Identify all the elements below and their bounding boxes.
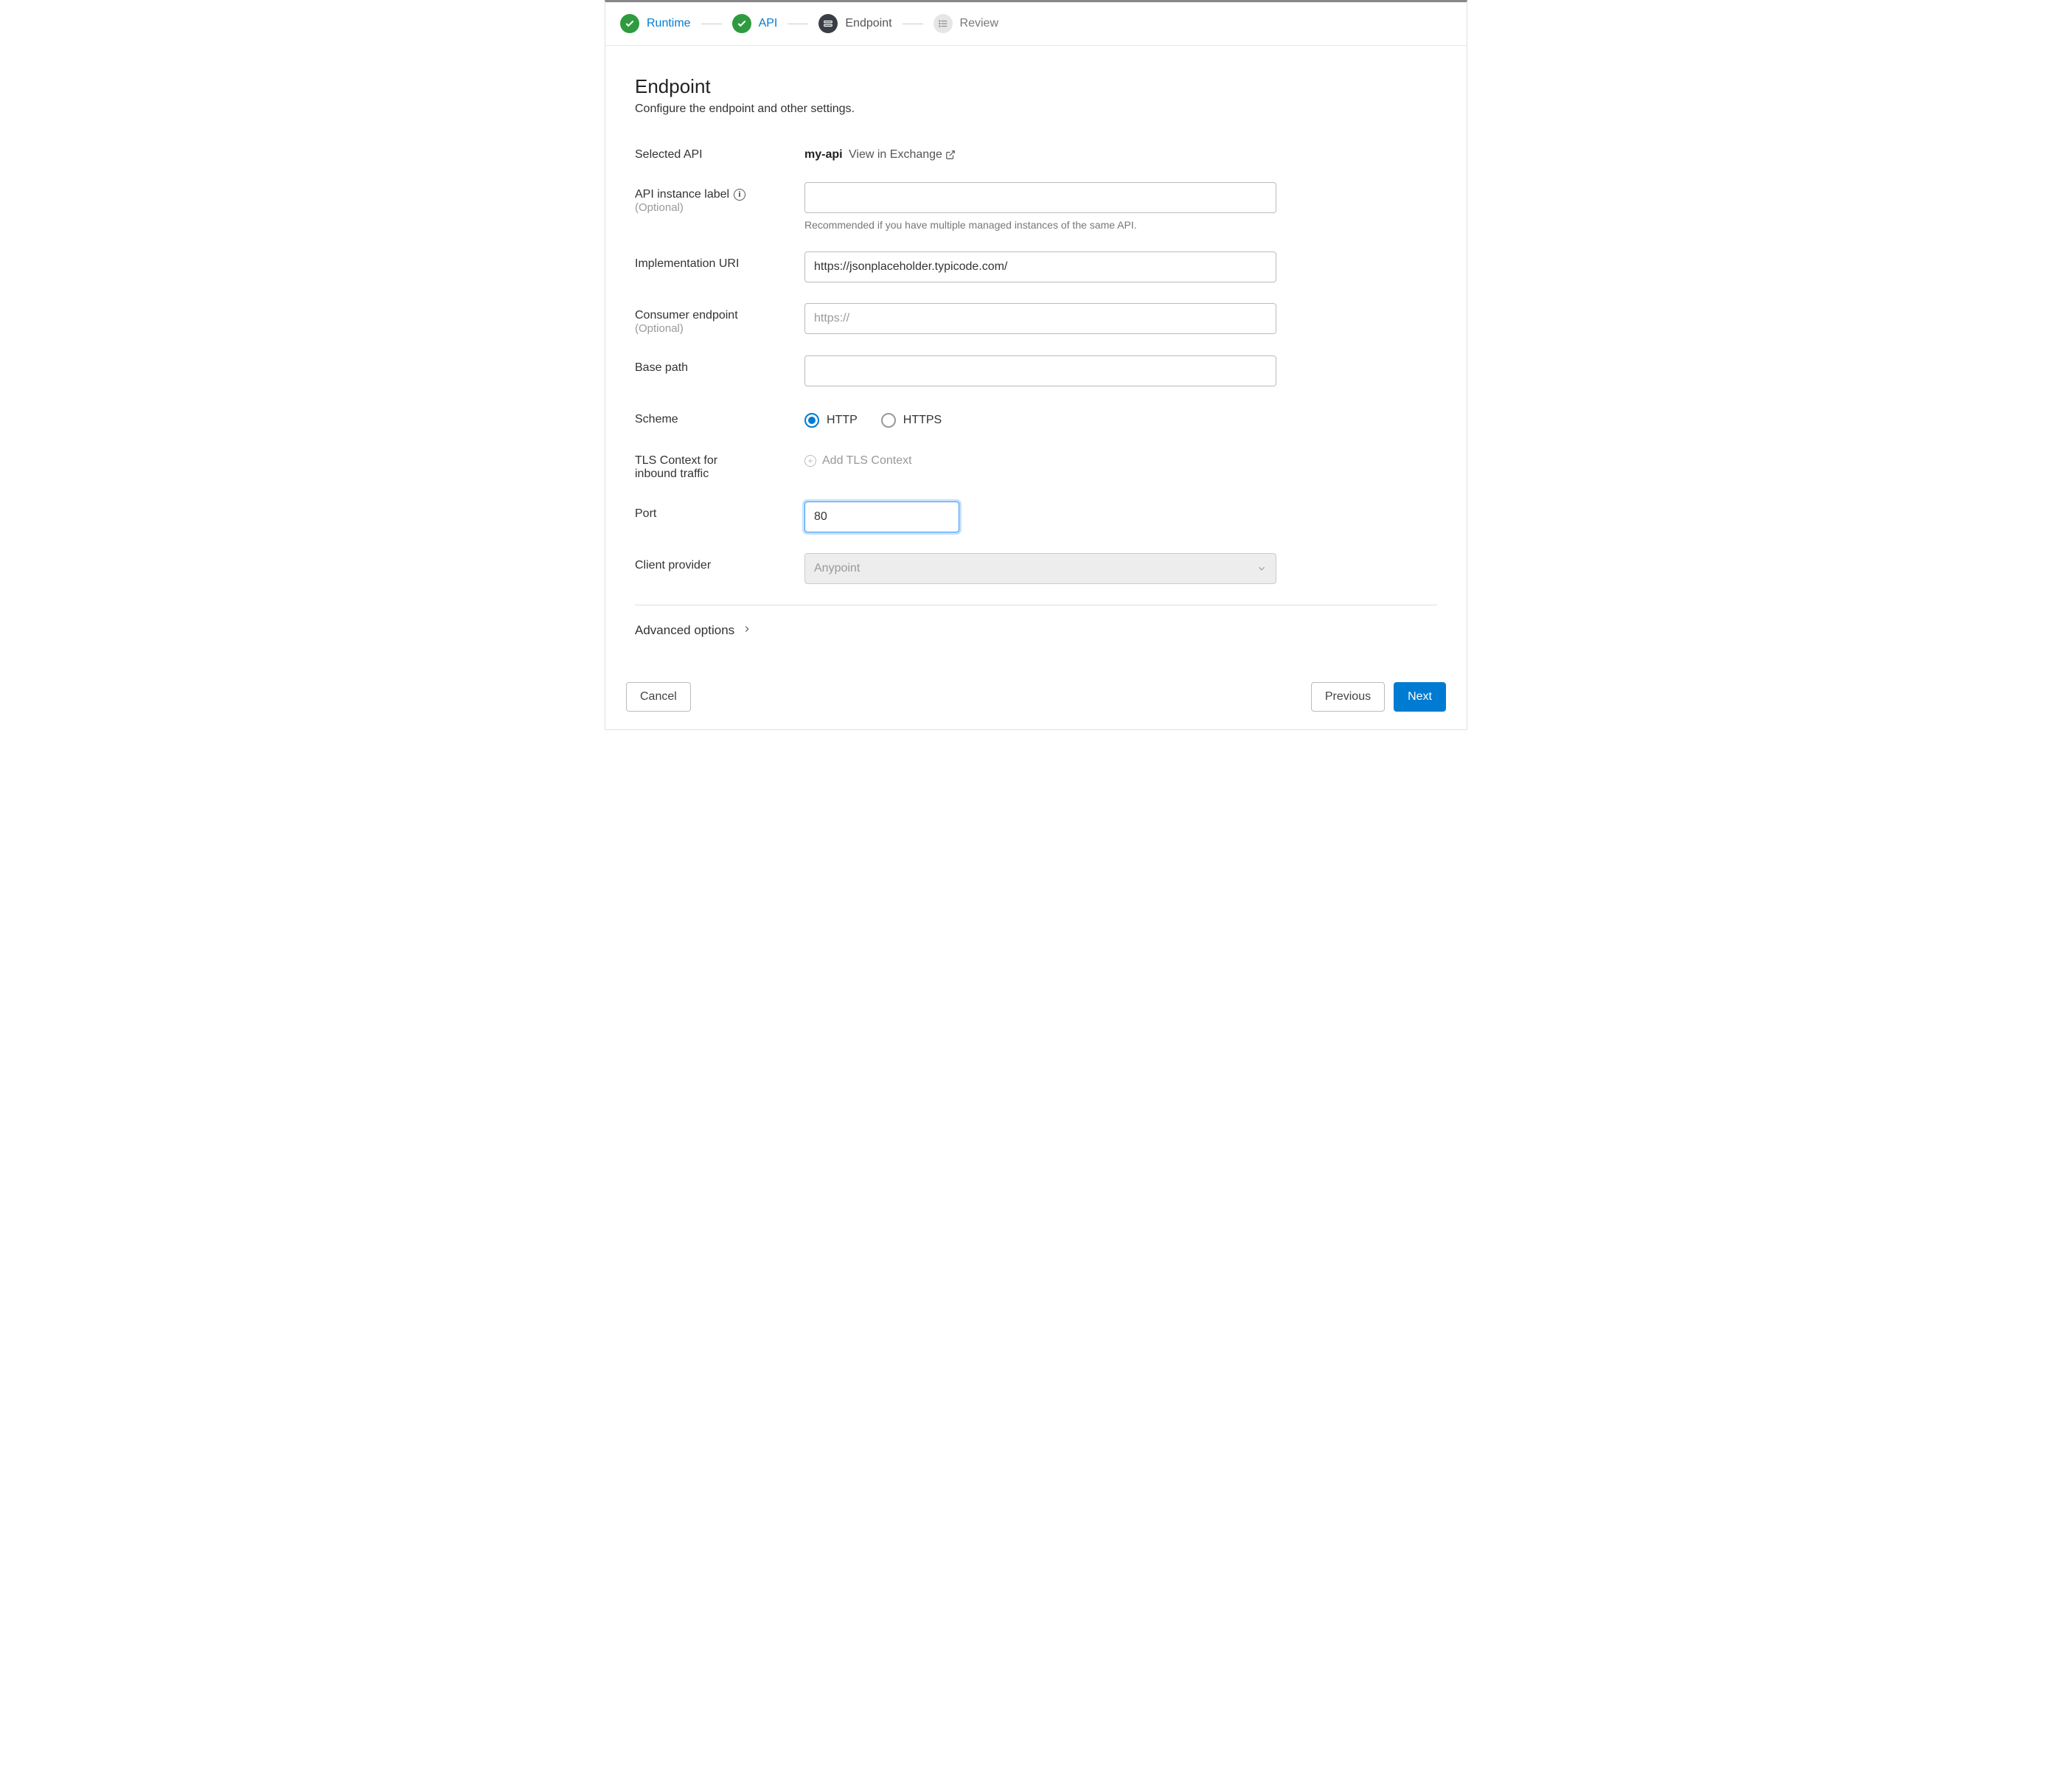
label-tls-line2: inbound traffic <box>635 468 804 481</box>
row-client-provider: Client provider Anypoint <box>635 553 1437 584</box>
port-input[interactable] <box>804 501 959 532</box>
cancel-button[interactable]: Cancel <box>626 682 691 712</box>
row-instance-label: API instance label i (Optional) Recommen… <box>635 182 1437 231</box>
label-consumer-endpoint: Consumer endpoint <box>635 309 804 322</box>
label-selected-api: Selected API <box>635 142 804 162</box>
radio-http-label: HTTP <box>827 414 858 427</box>
endpoint-icon <box>818 14 838 33</box>
impl-uri-input[interactable] <box>804 251 1276 282</box>
form-content: Endpoint Configure the endpoint and othe… <box>605 46 1467 670</box>
consumer-endpoint-input[interactable] <box>804 303 1276 334</box>
info-icon[interactable]: i <box>734 189 745 201</box>
advanced-options-label: Advanced options <box>635 623 734 638</box>
instance-label-input[interactable] <box>804 182 1276 213</box>
radio-https-label: HTTPS <box>903 414 942 427</box>
row-tls-context: TLS Context for inbound traffic + Add TL… <box>635 448 1437 481</box>
check-icon <box>732 14 751 33</box>
plus-circle-icon: + <box>804 455 816 467</box>
previous-button[interactable]: Previous <box>1311 682 1385 712</box>
label-port: Port <box>635 501 804 521</box>
page-title: Endpoint <box>635 75 1437 98</box>
label-client-provider: Client provider <box>635 553 804 572</box>
selected-api-name: my-api <box>804 148 843 161</box>
row-port: Port <box>635 501 1437 532</box>
view-in-exchange-link[interactable]: View in Exchange <box>849 148 956 162</box>
chevron-right-icon <box>742 623 752 638</box>
advanced-options-toggle[interactable]: Advanced options <box>635 623 1437 653</box>
step-label: API <box>759 17 778 30</box>
step-review[interactable]: Review <box>934 14 998 33</box>
page-subtitle: Configure the endpoint and other setting… <box>635 103 1437 116</box>
client-provider-value: Anypoint <box>814 562 860 575</box>
step-runtime[interactable]: Runtime <box>620 14 691 33</box>
stepper: Runtime API Endpoint Review <box>605 2 1467 46</box>
add-tls-label: Add TLS Context <box>822 454 912 468</box>
label-tls-line1: TLS Context for <box>635 454 804 468</box>
wizard-page: Runtime API Endpoint Review Endpoint Con… <box>605 0 1467 730</box>
radio-http[interactable]: HTTP <box>804 413 858 428</box>
step-label: Runtime <box>647 17 691 30</box>
optional-hint: (Optional) <box>635 201 804 214</box>
step-api[interactable]: API <box>732 14 778 33</box>
instance-label-helper: Recommended if you have multiple managed… <box>804 219 1276 231</box>
row-scheme: Scheme HTTP HTTPS <box>635 407 1437 428</box>
client-provider-select: Anypoint <box>804 553 1276 584</box>
list-icon <box>934 14 953 33</box>
label-instance-label: API instance label <box>635 188 729 201</box>
row-consumer-endpoint: Consumer endpoint (Optional) <box>635 303 1437 335</box>
scheme-radio-group: HTTP HTTPS <box>804 407 1276 428</box>
row-impl-uri: Implementation URI <box>635 251 1437 282</box>
optional-hint: (Optional) <box>635 322 804 335</box>
step-label: Endpoint <box>845 17 891 30</box>
check-icon <box>620 14 639 33</box>
label-scheme: Scheme <box>635 407 804 426</box>
radio-https[interactable]: HTTPS <box>881 413 942 428</box>
selected-api-value: my-api View in Exchange <box>804 142 1276 162</box>
next-button[interactable]: Next <box>1394 682 1446 712</box>
external-link-icon <box>945 150 956 160</box>
label-base-path: Base path <box>635 355 804 375</box>
add-tls-context-button: + Add TLS Context <box>804 448 912 468</box>
chevron-down-icon <box>1256 563 1267 574</box>
row-base-path: Base path <box>635 355 1437 386</box>
row-selected-api: Selected API my-api View in Exchange <box>635 142 1437 162</box>
radio-selected-icon <box>804 413 819 428</box>
footer: Cancel Previous Next <box>605 670 1467 729</box>
step-endpoint[interactable]: Endpoint <box>818 14 891 33</box>
base-path-input[interactable] <box>804 355 1276 386</box>
view-in-exchange-text: View in Exchange <box>849 148 942 162</box>
step-label: Review <box>960 17 998 30</box>
radio-unselected-icon <box>881 413 896 428</box>
label-impl-uri: Implementation URI <box>635 251 804 271</box>
